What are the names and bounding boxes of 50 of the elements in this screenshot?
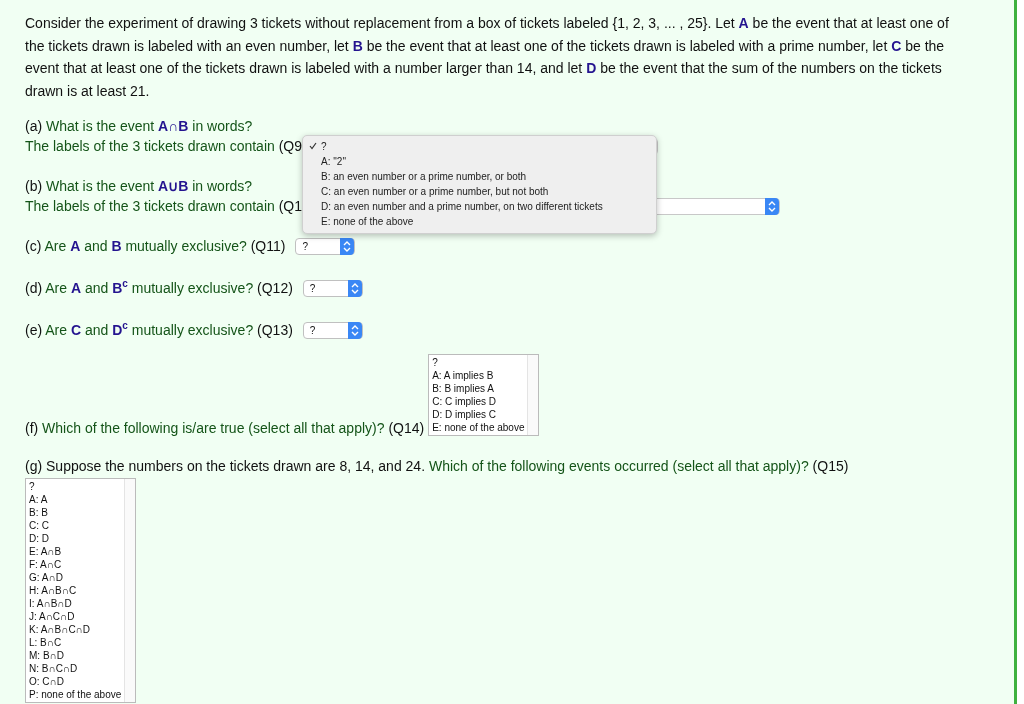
list-option[interactable]: F: A∩C [29,558,122,571]
list-option[interactable]: O: C∩D [29,675,122,688]
menu-option[interactable]: B: an even number or a prime number, or both [303,168,657,184]
list-option[interactable]: I: A∩B∩D [29,597,122,610]
list-option[interactable]: G: A∩D [29,571,122,584]
scrollbar-track[interactable] [124,479,136,702]
stepper-icon [350,282,359,294]
answer-prompt: The labels of the 3 tickets drawn contain (Q1 [25,197,303,216]
listbox[interactable]: ? A: A B: B C: C D: D E: A∩B F: A∩C G: A∩D H: A∩B∩C I: A∩B∩D J: A∩C∩D K: A∩B∩C∩D L: B∩C M: B∩D N: B∩C∩D O: C∩D P: none of the above [25,478,137,703]
question-text: (g) Suppose the numbers on the tickets drawn are 8, 14, and 24. Which of the following events occurred (select all that apply)? (Q15) [25,457,849,476]
menu-option[interactable]: ? [303,138,657,154]
list-option[interactable]: ? [29,480,122,493]
answer-prompt: The labels of the 3 tickets drawn contain (Q9 [25,137,303,156]
stepper-icon [350,324,359,336]
list-option[interactable]: B: B implies A [432,382,525,395]
list-option[interactable]: M: B∩D [29,649,122,662]
answer-dropdown[interactable]: ? [302,321,363,339]
list-option[interactable]: A: A [29,493,122,506]
list-option[interactable]: K: A∩B∩C∩D [29,623,122,636]
list-option[interactable]: D: D implies C [432,408,525,421]
question-text: (a) What is the event A∩B in words? [25,117,253,136]
question-text: (b) What is the event A∪B in words? [25,177,253,196]
problem-statement: Consider the experiment of drawing 3 tickets without replacement from a box of tickets labeled {1, 2, 3, ... , 25}. Let A be the event that at least one of the tickets drawn is labeled with an even number, let B be the event that at least one of the tickets drawn is labeled with a prime number, let C be the event that at least one of the tickets drawn is labeled with a number larger than 14, and let D be the event that the sum of the numbers on the tickets drawn is at least 21. [25,14,950,101]
list-option[interactable]: N: B∩C∩D [29,662,122,675]
question-text: (f) Which of the following is/are true (select all that apply)? (Q14) [25,420,425,436]
scrollbar-track[interactable] [527,355,539,435]
menu-option[interactable]: E: none of the above [303,213,657,229]
list-option[interactable]: L: B∩C [29,636,122,649]
answer-dropdown[interactable]: ? [295,237,356,255]
list-option[interactable]: J: A∩C∩D [29,610,122,623]
listbox[interactable]: ? A: A implies B B: B implies A C: C implies D D: D implies C E: none of the above [428,354,540,436]
question-text: (c) Are A and B mutually exclusive? (Q11) [25,237,286,256]
list-option[interactable]: H: A∩B∩C [29,584,122,597]
menu-option[interactable]: C: an even number or a prime number, but not both [303,183,657,199]
question-text: (d) Are A and B$^{c}$ mutually exclusive? (Q12) [25,278,293,298]
question-text: (e) Are C and D$^{c}$ mutually exclusive? (Q13) [25,320,293,340]
list-option[interactable]: C: C implies D [432,395,525,408]
list-option[interactable]: B: B [29,506,122,519]
menu-option[interactable]: D: an even number and a prime number, on two different tickets [303,198,657,214]
stepper-icon [768,200,777,212]
menu-option[interactable]: A: "2" [303,153,657,169]
list-option[interactable]: E: A∩B [29,545,122,558]
list-option[interactable]: C: C [29,519,122,532]
answer-dropdown[interactable]: ? [302,279,363,297]
list-option[interactable]: A: A implies B [432,369,525,382]
list-option[interactable]: E: none of the above [432,421,525,434]
list-option[interactable]: D: D [29,532,122,545]
stepper-icon [343,240,352,252]
list-option[interactable]: P: none of the above [29,688,122,701]
list-option[interactable]: ? [432,356,525,369]
